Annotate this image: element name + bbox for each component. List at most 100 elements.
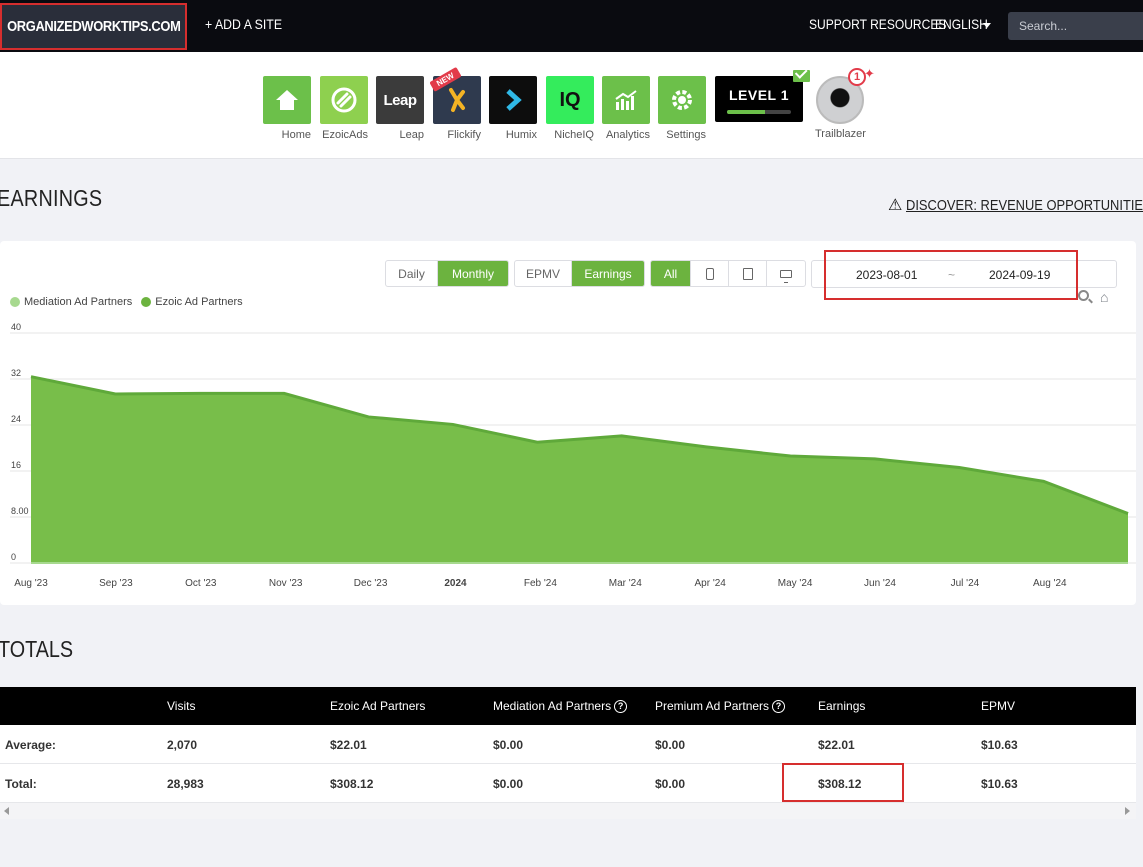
tablet-button[interactable] — [729, 261, 767, 286]
app-leap[interactable]: Leap Leap — [376, 76, 424, 143]
daily-button[interactable]: Daily — [386, 261, 438, 286]
tablet-icon — [742, 267, 753, 280]
x-tick-label: Mar '24 — [609, 578, 642, 589]
settings-icon[interactable] — [658, 76, 706, 124]
legend-item-mediation[interactable]: Mediation Ad Partners — [10, 296, 132, 308]
epmv-button[interactable]: EPMV — [515, 261, 572, 286]
search-input[interactable] — [1008, 12, 1143, 40]
desktop-icon — [780, 269, 792, 283]
help-icon[interactable]: ? — [614, 699, 628, 713]
language-dropdown[interactable]: ENGLISH — [935, 16, 988, 32]
app-settings[interactable]: Settings — [658, 76, 706, 143]
leap-icon[interactable]: Leap — [376, 76, 424, 124]
cell: $308.12 — [818, 777, 862, 791]
cell: $10.63 — [981, 777, 1018, 791]
x-tick-label: Feb '24 — [524, 578, 557, 589]
ezoicads-icon[interactable] — [320, 76, 368, 124]
phone-icon — [705, 267, 714, 280]
discover-opportunities[interactable]: ⚠ DISCOVER: REVENUE OPPORTUNITIES (1) — [888, 195, 1143, 215]
site-selector-button[interactable]: ORGANIZEDWORKTIPS.COM — [0, 3, 187, 50]
row-label: Total: — [5, 777, 37, 791]
x-tick-label: May '24 — [778, 578, 813, 589]
period-toggle: Daily Monthly — [385, 260, 509, 287]
warning-icon: ⚠ — [888, 197, 903, 214]
app-label: NicheIQ — [554, 129, 594, 141]
top-bar: ORGANIZEDWORKTIPS.COM + ADD A SITE SUPPO… — [0, 0, 1143, 52]
cell: $308.12 — [330, 777, 374, 791]
cell: $22.01 — [818, 738, 855, 752]
add-site-link[interactable]: + ADD A SITE — [205, 16, 282, 32]
y-tick-label: 24 — [11, 414, 21, 424]
app-analytics[interactable]: Analytics — [602, 76, 650, 143]
flickify-icon[interactable]: NEW — [429, 67, 481, 124]
date-range-picker[interactable]: 2023-08-01 ~ 2024-09-19 — [811, 260, 1117, 288]
row-label: Average: — [5, 738, 56, 752]
x-tick-label: 2024 — [444, 578, 467, 589]
level-progress — [727, 110, 791, 114]
discover-link[interactable]: DISCOVER: REVENUE OPPORTUNITIES (1) — [906, 197, 1143, 214]
earnings-chart-card: Daily Monthly EPMV Earnings All 2023-08-… — [0, 241, 1136, 605]
legend-dot — [10, 297, 20, 307]
col-mediation: Mediation Ad Partners? — [493, 699, 628, 713]
level-badge[interactable]: LEVEL 1 — [715, 76, 803, 122]
humix-icon[interactable] — [489, 76, 537, 124]
app-label: EzoicAds — [322, 129, 368, 141]
cell: $22.01 — [330, 738, 367, 752]
horizontal-scrollbar[interactable] — [0, 803, 1136, 819]
scroll-right-icon[interactable] — [1125, 807, 1130, 815]
earnings-button[interactable]: Earnings — [572, 261, 644, 286]
chart-legend: Mediation Ad Partners Ezoic Ad Partners — [10, 296, 252, 308]
desktop-button[interactable] — [767, 261, 805, 286]
level-text: LEVEL 1 — [728, 87, 790, 103]
date-from[interactable]: 2023-08-01 — [856, 268, 917, 282]
all-devices-button[interactable]: All — [651, 261, 691, 286]
x-tick-label: Nov '23 — [269, 578, 303, 589]
app-label: Settings — [666, 129, 706, 141]
scroll-left-icon[interactable] — [4, 807, 9, 815]
x-tick-label: Dec '23 — [354, 578, 388, 589]
col-epmv: EPMV — [981, 699, 1016, 713]
monthly-button[interactable]: Monthly — [438, 261, 508, 286]
y-tick-label: 16 — [11, 460, 21, 470]
x-tick-label: Sep '23 — [99, 578, 133, 589]
page-title: EARNINGS — [0, 185, 103, 211]
app-label: Analytics — [605, 129, 650, 141]
mobile-button[interactable] — [691, 261, 729, 286]
x-tick-label: Aug '23 — [14, 578, 48, 589]
trailblazer-label: Trailblazer — [815, 128, 866, 140]
app-navigation: Home EzoicAds Leap Leap NEW Flickify Hum… — [0, 52, 1143, 159]
earnings-area-chart: 0 8.00 16 24 32 40 Aug '23 Sep '23 Oct '23 Nov '2… — [10, 322, 1136, 589]
level-progress-fill — [727, 110, 766, 114]
help-icon[interactable]: ? — [772, 699, 786, 713]
analytics-icon[interactable] — [602, 76, 650, 124]
chevron-down-icon[interactable] — [983, 23, 991, 28]
reset-home-icon[interactable]: ⌂ — [1100, 289, 1108, 305]
totals-title: TOTALS — [0, 636, 74, 662]
legend-label: Mediation Ad Partners — [24, 296, 133, 308]
device-toggle: All — [650, 260, 806, 287]
date-to[interactable]: 2024-09-19 — [989, 268, 1050, 282]
table-row: Total: 28,983 $308.12 $0.00 $0.00 $308.1… — [0, 764, 1136, 803]
app-home[interactable]: Home — [263, 76, 311, 143]
nicheiq-icon[interactable]: IQ — [546, 76, 594, 124]
app-label: Flickify — [447, 129, 481, 141]
table-row: Average: 2,070 $22.01 $0.00 $0.00 $22.01… — [0, 725, 1136, 764]
site-name: ORGANIZEDWORKTIPS.COM — [6, 18, 181, 35]
col-premium: Premium Ad Partners? — [655, 699, 786, 713]
cell: 2,070 — [167, 738, 198, 752]
legend-dot — [141, 297, 152, 307]
sparkle-icon: ✦ — [864, 66, 875, 81]
app-nicheiq[interactable]: IQ NicheIQ — [546, 76, 594, 143]
x-tick-label: Jul '24 — [951, 578, 980, 589]
legend-label: Ezoic Ad Partners — [155, 296, 243, 308]
legend-item-ezoic[interactable]: Ezoic Ad Partners — [141, 296, 243, 308]
zoom-icon[interactable] — [1078, 290, 1089, 301]
cell: 28,983 — [167, 777, 204, 791]
mail-icon[interactable] — [793, 70, 810, 82]
home-icon[interactable] — [263, 76, 311, 124]
app-humix[interactable]: Humix — [489, 76, 537, 143]
y-tick-label: 32 — [11, 368, 21, 378]
app-ezoicads[interactable]: EzoicAds — [320, 76, 368, 143]
app-flickify[interactable]: NEW Flickify — [429, 67, 481, 143]
support-resources-link[interactable]: SUPPORT RESOURCES — [809, 16, 946, 32]
